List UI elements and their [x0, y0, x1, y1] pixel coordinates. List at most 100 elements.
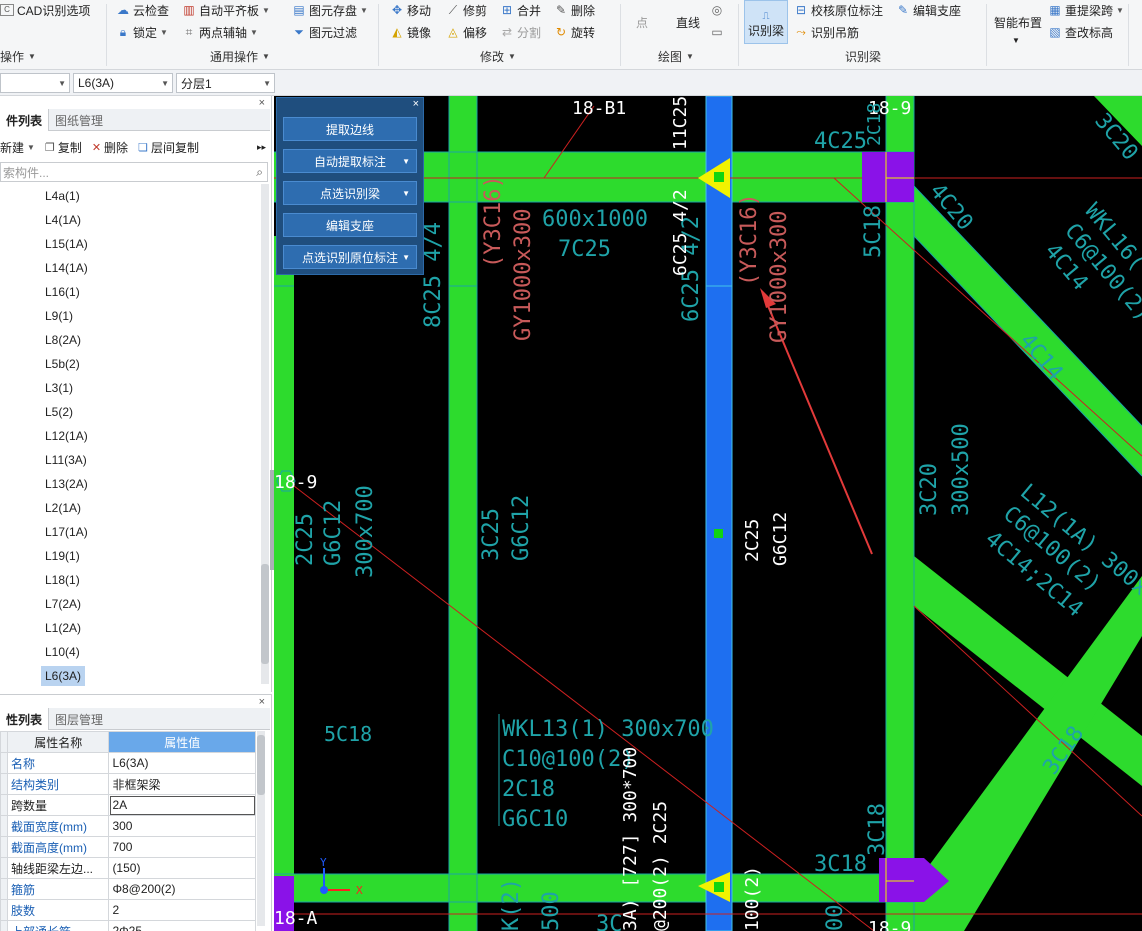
point-identify-beam-button[interactable]: 点选识别梁 ▼	[283, 181, 417, 205]
auto-level-slab-button[interactable]: ▥ 自动平齐板 ▼	[182, 0, 270, 20]
list-item[interactable]: L17(1A)	[0, 520, 258, 544]
identify-beam-button[interactable]: ⎍ 识别梁	[744, 0, 788, 44]
edit-support-panel-button[interactable]: 编辑支座	[283, 213, 417, 237]
property-value-cell[interactable]: Φ8@200(2)	[108, 878, 256, 900]
identify-hanger-button[interactable]: ⤳ 识别吊筋	[794, 22, 859, 42]
layer-select[interactable]: 分层1 ▼	[176, 73, 275, 93]
element-save-button[interactable]: ▤ 图元存盘 ▼	[292, 0, 368, 20]
tab-property-list[interactable]: 性列表	[0, 708, 50, 730]
close-icon[interactable]: ×	[259, 696, 265, 708]
line-draw-button[interactable]: 直线	[676, 12, 700, 32]
property-value-cell[interactable]: 2A	[108, 794, 256, 816]
component-select[interactable]: L6(3A) ▼	[73, 73, 173, 93]
selected-beam-l6[interactable]	[705, 96, 733, 931]
rotate-button[interactable]: ↻ 旋转	[554, 22, 595, 42]
table-row[interactable]: 结构类别 非框架梁	[0, 773, 256, 795]
beam-midpoint-grip[interactable]	[714, 529, 723, 538]
scrollbar-thumb[interactable]	[257, 735, 265, 795]
table-row[interactable]: 截面高度(mm) 700	[0, 836, 256, 858]
edit-support-button[interactable]: ✎ 编辑支座	[896, 0, 961, 20]
list-item[interactable]: L9(1)	[0, 304, 258, 328]
table-row[interactable]: 上部通长筋2Φ25	[0, 920, 256, 931]
mirror-button[interactable]: ◭ 镜像	[390, 22, 431, 42]
property-value-cell[interactable]: (150)	[108, 857, 256, 879]
list-item[interactable]: L4a(1)	[0, 184, 258, 208]
cloud-check-button[interactable]: ☁ 云检查	[116, 0, 169, 20]
tab-drawing-management[interactable]: 图纸管理	[49, 109, 109, 131]
merge-button[interactable]: ⊞ 合并	[500, 0, 541, 20]
table-row[interactable]: 箍筋 Φ8@200(2)	[0, 878, 256, 900]
close-icon[interactable]: ×	[259, 97, 265, 109]
list-item[interactable]: L3(1)	[0, 376, 258, 400]
move-button[interactable]: ✥ 移动	[390, 0, 431, 20]
point-identify-original-mark-button[interactable]: 点选识别原位标注 ▼	[283, 245, 417, 269]
beam-vertical-right[interactable]	[886, 96, 914, 931]
verify-original-mark-button[interactable]: ⊟ 校核原位标注	[794, 0, 883, 20]
more-icon[interactable]: ▸▸	[257, 142, 266, 153]
re-extract-span-button[interactable]: ▦ 重提梁跨 ▼	[1048, 0, 1124, 20]
rect-draw-button[interactable]: ▭	[710, 22, 727, 42]
element-filter-button[interactable]: ⏷ 图元过滤	[292, 22, 357, 42]
property-value-cell[interactable]: 2	[108, 899, 256, 921]
group-label-draw[interactable]: 绘图 ▼	[658, 47, 694, 65]
list-item[interactable]: L6(3A)	[0, 664, 258, 688]
table-row[interactable]: 名称 L6(3A)	[0, 752, 256, 774]
scrollbar-thumb[interactable]	[261, 564, 269, 664]
beam-vertical-edge[interactable]	[274, 236, 294, 931]
property-value-cell[interactable]: L6(3A)	[108, 752, 256, 774]
two-point-aux-axis-button[interactable]: ⌗ 两点辅轴 ▼	[182, 22, 258, 42]
table-row[interactable]: 截面宽度(mm) 300	[0, 815, 256, 837]
smart-layout-button[interactable]: 智能布置	[994, 12, 1042, 32]
trim-button[interactable]: ⟋ 修剪	[446, 0, 487, 20]
tab-component-list[interactable]: 件列表	[0, 109, 50, 131]
list-item[interactable]: L1(2A)	[0, 616, 258, 640]
list-item[interactable]: L14(1A)	[0, 256, 258, 280]
list-item[interactable]: L15(1A)	[0, 232, 258, 256]
list-item[interactable]: L12(1A)	[0, 424, 258, 448]
point-draw-button[interactable]: 点	[636, 12, 648, 32]
group-label-ops[interactable]: 操作 ▼	[0, 47, 36, 65]
component-search-input[interactable]: 索构件... ⌕	[0, 162, 268, 182]
offset-button[interactable]: ◬ 偏移	[446, 22, 487, 42]
property-value-cell[interactable]: 非框架梁	[108, 773, 256, 795]
component-list-scrollbar[interactable]	[261, 184, 269, 684]
chevron-down-icon[interactable]: ▼	[1012, 30, 1020, 50]
list-item[interactable]: L5(2)	[0, 400, 258, 424]
list-item[interactable]: L10(4)	[0, 640, 258, 664]
group-label-modify[interactable]: 修改 ▼	[480, 47, 516, 65]
list-item[interactable]: L11(3A)	[0, 448, 258, 472]
copy-button[interactable]: ❐ 复制	[45, 139, 82, 156]
delete-button[interactable]: ✎ 删除	[554, 0, 595, 20]
delete-component-button[interactable]: ✕ 删除	[92, 139, 128, 156]
list-item[interactable]: L8(2A)	[0, 328, 258, 352]
floor-copy-button[interactable]: ❏ 层间复制	[138, 139, 199, 156]
circle-draw-button[interactable]: ◎	[710, 0, 727, 20]
list-item[interactable]: L18(1)	[0, 568, 258, 592]
list-item[interactable]: L19(1)	[0, 544, 258, 568]
property-value-cell[interactable]: 300	[108, 815, 256, 837]
table-row[interactable]: 肢数 2	[0, 899, 256, 921]
floor-select[interactable]: ▼	[0, 73, 70, 93]
cad-options-button[interactable]: C CAD识别选项	[0, 0, 90, 20]
check-elevation-button[interactable]: ▧ 查改标高	[1048, 22, 1113, 42]
search-icon[interactable]: ⌕	[256, 165, 263, 180]
beam-vertical-left[interactable]	[449, 96, 477, 931]
table-row[interactable]: 跨数量 2A	[0, 794, 256, 816]
extract-edge-button[interactable]: 提取边线	[283, 117, 417, 141]
property-value-cell[interactable]: 700	[108, 836, 256, 858]
tab-layer-management[interactable]: 图层管理	[49, 708, 109, 730]
close-icon[interactable]: ×	[413, 98, 419, 110]
table-row[interactable]: 轴线距梁左边... (150)	[0, 857, 256, 879]
auto-extract-mark-button[interactable]: 自动提取标注 ▼	[283, 149, 417, 173]
column-support-top[interactable]	[862, 152, 914, 202]
list-item[interactable]: L7(2A)	[0, 592, 258, 616]
group-label-common-ops[interactable]: 通用操作 ▼	[210, 47, 270, 65]
new-button[interactable]: 新建 ▼	[0, 139, 35, 156]
list-item[interactable]: L5b(2)	[0, 352, 258, 376]
list-item[interactable]: L4(1A)	[0, 208, 258, 232]
list-item[interactable]: L16(1)	[0, 280, 258, 304]
split-button[interactable]: ⇄ 分割	[500, 22, 541, 42]
list-item[interactable]: L2(1A)	[0, 496, 258, 520]
property-scrollbar[interactable]	[257, 731, 265, 926]
lock-button[interactable]: 🔒︎ 锁定 ▼	[116, 22, 168, 42]
